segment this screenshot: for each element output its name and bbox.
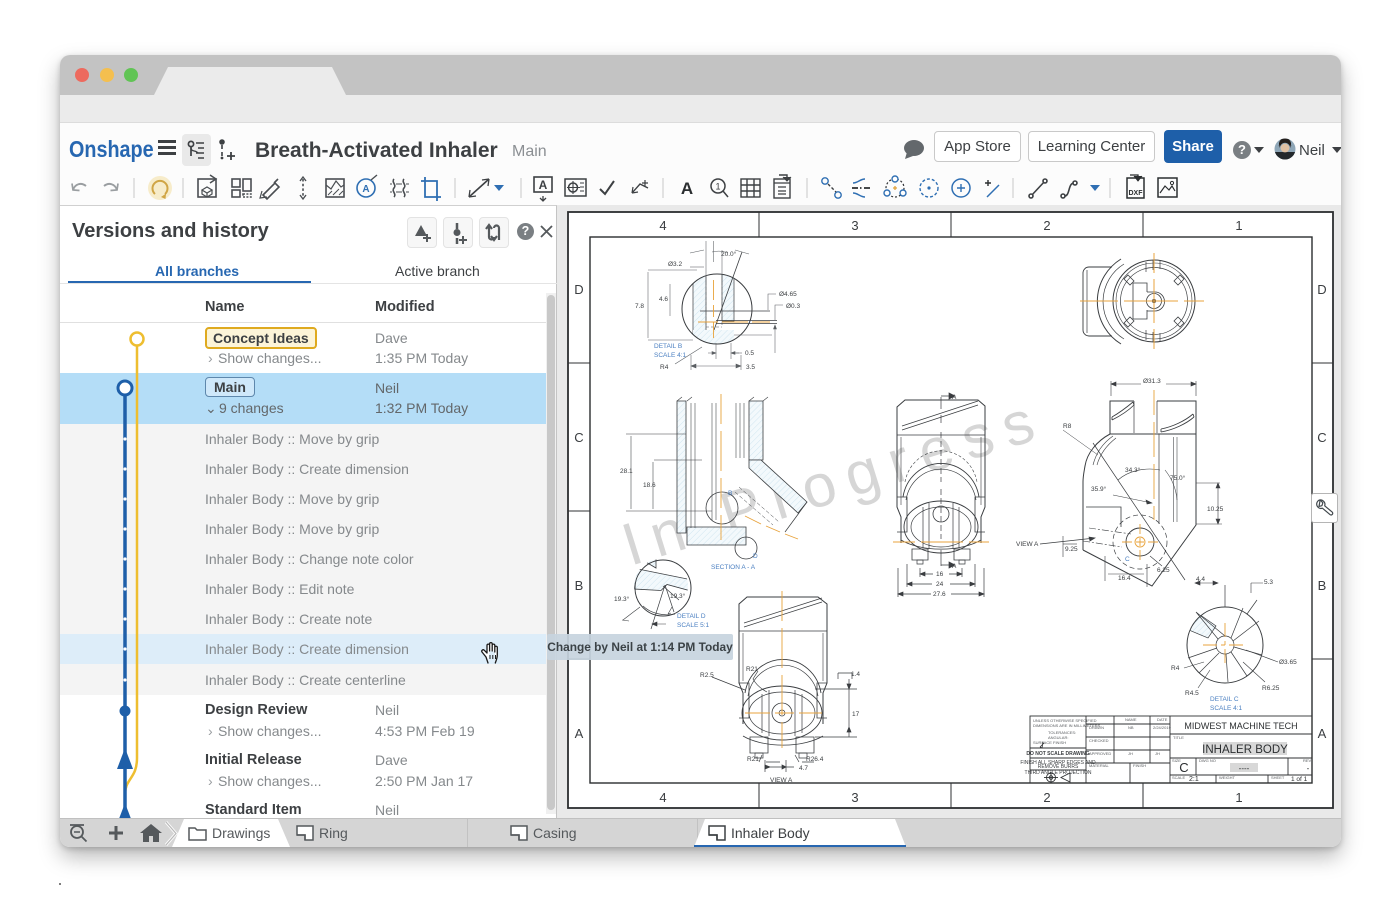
svg-text:DETAIL D: DETAIL D	[677, 613, 706, 620]
svg-text:DETAIL B: DETAIL B	[654, 343, 682, 350]
svg-text:D: D	[574, 282, 583, 297]
svg-text:A: A	[681, 179, 693, 198]
svg-text:REV: REV	[1303, 758, 1312, 763]
svg-text:28.1: 28.1	[620, 468, 633, 475]
svg-text:CHECKED: CHECKED	[1089, 738, 1109, 743]
svg-text:3: 3	[851, 790, 858, 805]
svg-text:0.5: 0.5	[745, 350, 754, 357]
svg-text:17: 17	[852, 711, 860, 718]
svg-text:2: 2	[1043, 218, 1050, 233]
svg-text:R6.25: R6.25	[1262, 685, 1280, 692]
svg-text:A: A	[952, 563, 957, 570]
svg-text:-: -	[1307, 764, 1310, 773]
svg-text:SECTION A - A: SECTION A - A	[711, 564, 756, 571]
svg-text:SCALE 5:1: SCALE 5:1	[677, 622, 710, 629]
svg-text:A: A	[575, 726, 584, 741]
svg-text:9.25: 9.25	[1065, 546, 1078, 553]
svg-text:R21: R21	[747, 756, 759, 763]
svg-text:DATE: DATE	[1157, 717, 1168, 722]
svg-text:16.4: 16.4	[1118, 575, 1131, 582]
svg-text:24: 24	[936, 581, 944, 588]
svg-text:19.3°: 19.3°	[670, 592, 686, 600]
svg-text:B: B	[575, 578, 584, 593]
svg-text:TITLE: TITLE	[1173, 735, 1184, 740]
svg-text:NAME: NAME	[1125, 717, 1137, 722]
svg-text:2:1: 2:1	[1189, 776, 1199, 783]
svg-text:A: A	[362, 184, 369, 195]
svg-text:APPROVED: APPROVED	[1089, 751, 1111, 756]
svg-text:4: 4	[659, 218, 666, 233]
svg-text:4.4: 4.4	[1196, 576, 1205, 583]
svg-text:----: ----	[1239, 764, 1250, 773]
svg-text:R4: R4	[660, 364, 669, 371]
svg-text:4: 4	[659, 790, 666, 805]
svg-text:19.3°: 19.3°	[614, 595, 630, 603]
svg-text:75.0°: 75.0°	[1170, 474, 1186, 482]
svg-text:6.25: 6.25	[1157, 567, 1170, 574]
svg-text:C: C	[1317, 430, 1326, 445]
svg-text:NB: NB	[1128, 725, 1134, 730]
svg-text:R26.4: R26.4	[806, 756, 824, 763]
svg-text:VIEW A: VIEW A	[770, 777, 793, 784]
svg-text:THIRD ANGLE PROJECTION: THIRD ANGLE PROJECTION	[1025, 770, 1092, 776]
svg-text:2: 2	[1043, 790, 1050, 805]
svg-text:B: B	[728, 490, 732, 497]
svg-text:3.5: 3.5	[746, 364, 755, 371]
svg-text:FINISH: FINISH	[1133, 763, 1146, 768]
svg-text:VIEW A: VIEW A	[1016, 541, 1039, 548]
svg-text:1: 1	[715, 182, 720, 192]
svg-text:INHALER BODY: INHALER BODY	[1202, 744, 1288, 756]
svg-text:DXF: DXF	[1129, 190, 1144, 197]
svg-text:35.9°: 35.9°	[1091, 485, 1107, 493]
svg-text:D: D	[753, 553, 758, 560]
svg-text:3: 3	[851, 218, 858, 233]
svg-text:Ø3.2: Ø3.2	[668, 261, 682, 268]
svg-text:18.6: 18.6	[643, 482, 656, 489]
svg-text:A: A	[1318, 726, 1327, 741]
svg-text:C: C	[574, 430, 583, 445]
svg-text:SCALE: SCALE	[1172, 775, 1185, 780]
svg-text:34.3°: 34.3°	[1125, 466, 1141, 474]
svg-text:DRAWN: DRAWN	[1089, 725, 1104, 730]
svg-text:DWG NO: DWG NO	[1199, 758, 1216, 763]
svg-text:SHEET: SHEET	[1271, 775, 1285, 780]
svg-text:20.0°: 20.0°	[721, 250, 737, 258]
svg-text:JH: JH	[1128, 751, 1133, 756]
svg-text:R21: R21	[746, 666, 758, 673]
svg-text:4.7: 4.7	[799, 765, 808, 772]
svg-text:R4: R4	[1171, 665, 1180, 672]
svg-text:C: C	[1179, 760, 1188, 775]
svg-text:Ø4.65: Ø4.65	[779, 291, 797, 298]
svg-text:1.4: 1.4	[851, 671, 860, 678]
svg-text:DO NOT SCALE DRAWING: DO NOT SCALE DRAWING	[1026, 751, 1089, 757]
svg-text:MIDWEST MACHINE TECH: MIDWEST MACHINE TECH	[1184, 721, 1297, 731]
svg-text:1 of 1: 1 of 1	[1291, 776, 1308, 783]
svg-text:1: 1	[1235, 790, 1242, 805]
svg-text:R4.5: R4.5	[1185, 690, 1199, 697]
svg-text:A: A	[952, 394, 957, 401]
svg-text:SCALE 4:1: SCALE 4:1	[1210, 705, 1243, 712]
svg-text:2/24/2019: 2/24/2019	[1153, 725, 1172, 730]
svg-text:R2.5: R2.5	[700, 672, 714, 679]
svg-text:5.3: 5.3	[1264, 579, 1273, 586]
svg-text:R8: R8	[1063, 423, 1072, 430]
svg-text:SURFACE FINISH: SURFACE FINISH	[1033, 740, 1066, 745]
svg-text:Ø0.3: Ø0.3	[786, 303, 800, 310]
svg-text:B: B	[1318, 578, 1327, 593]
svg-text:16: 16	[936, 571, 944, 578]
svg-text:1: 1	[1235, 218, 1242, 233]
svg-text:D: D	[1317, 282, 1326, 297]
svg-text:10.25: 10.25	[1207, 506, 1224, 513]
svg-text:SCALE 4:1: SCALE 4:1	[654, 352, 687, 359]
svg-text:7.8: 7.8	[635, 303, 644, 310]
svg-text:DETAIL C: DETAIL C	[1210, 696, 1239, 703]
svg-text:A: A	[539, 178, 548, 192]
svg-text:Ø31.3: Ø31.3	[1143, 378, 1161, 385]
svg-text:WEIGHT: WEIGHT	[1219, 775, 1236, 780]
svg-text:C: C	[1125, 556, 1130, 563]
svg-text:27.6: 27.6	[933, 591, 946, 598]
svg-text:4.6: 4.6	[659, 296, 668, 303]
svg-text:JH: JH	[1155, 751, 1160, 756]
svg-text:Ø3.65: Ø3.65	[1279, 659, 1297, 666]
